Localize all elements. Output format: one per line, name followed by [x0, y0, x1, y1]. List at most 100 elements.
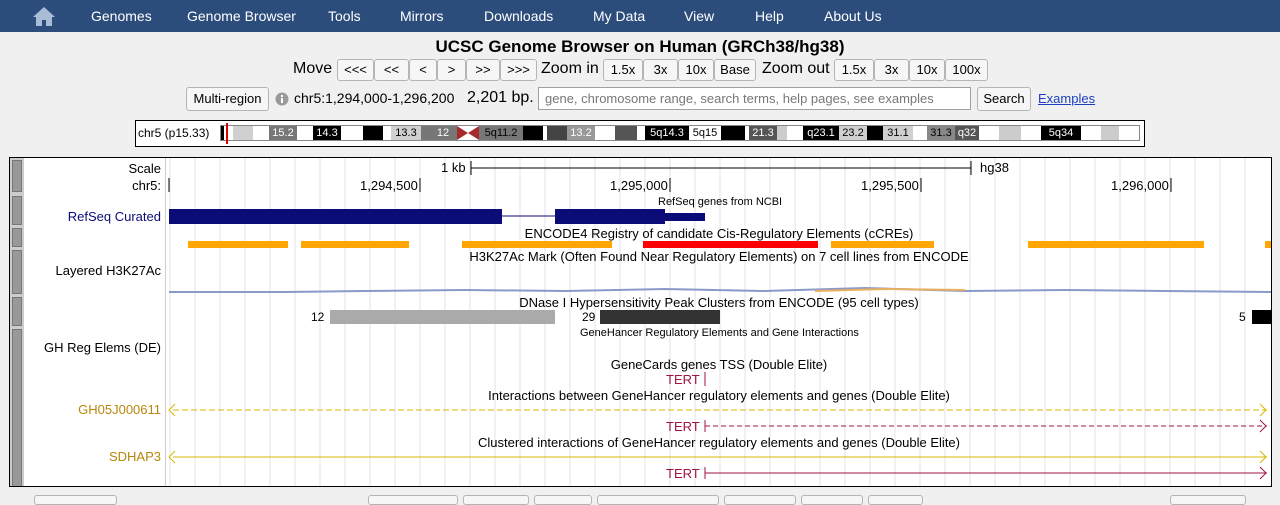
centromere-icon — [457, 126, 479, 140]
ideo-band-label: 5q34 — [1041, 126, 1081, 140]
sidebar-button-ccre[interactable] — [12, 228, 22, 247]
nav-genome-browser[interactable]: Genome Browser — [187, 8, 296, 24]
sidebar-button-h3k27ac[interactable] — [12, 250, 22, 294]
zoom-in-3x-button[interactable]: 3x — [643, 59, 678, 81]
tss-title: GeneCards genes TSS (Double Elite) — [610, 357, 828, 372]
page-title: UCSC Genome Browser on Human (GRCh38/hg3… — [435, 37, 845, 56]
examples-link[interactable]: Examples — [1038, 91, 1095, 106]
ideo-band-label: 5q11.2 — [479, 126, 523, 140]
clustered-track-label[interactable]: SDHAP3 — [109, 449, 161, 464]
nav-downloads[interactable]: Downloads — [484, 8, 553, 24]
genehancer-track-label[interactable]: GH Reg Elems (DE) — [44, 340, 161, 355]
ruler-tick-label: 1,295,000 — [610, 178, 668, 193]
bottom-button[interactable] — [463, 495, 529, 505]
search-button[interactable]: Search — [977, 87, 1031, 111]
sidebar-button-refseq[interactable] — [12, 196, 22, 225]
ideo-seg — [595, 126, 615, 140]
nav-genomes[interactable]: Genomes — [91, 8, 152, 24]
assembly-label: hg38 — [980, 160, 1009, 175]
nav-my-data[interactable]: My Data — [593, 8, 645, 24]
sidebar-button-genehancer[interactable] — [12, 329, 22, 486]
ideogram-bands: 15.2 14.3 13.3 12 5q11.2 13.2 5q14.3 5q1… — [220, 125, 1140, 141]
bottom-button[interactable] — [868, 495, 923, 505]
dnase-cluster-5 — [1252, 310, 1271, 324]
search-input[interactable] — [538, 87, 971, 110]
zoom-in-10x-button[interactable]: 10x — [678, 59, 714, 81]
zoom-in-base-button[interactable]: Base — [714, 59, 756, 81]
chromosome-ideogram[interactable]: chr5 (p15.33) 15.2 14.3 13.3 12 5q11.2 1… — [135, 120, 1145, 147]
scale-bar — [470, 161, 972, 175]
bottom-button[interactable] — [34, 495, 117, 505]
ideo-seg — [253, 126, 269, 140]
chr-label: chr5: — [132, 178, 161, 193]
move-left-far-button[interactable]: <<< — [337, 59, 374, 81]
clustered-title: Clustered interactions of GeneHancer reg… — [478, 435, 960, 450]
ccre-element-red — [643, 241, 818, 248]
ideo-band-label: 21.3 — [749, 126, 777, 140]
interactions-gene-label[interactable]: TERT — [666, 419, 700, 434]
info-icon[interactable] — [275, 92, 289, 106]
sidebar-button-dnase[interactable] — [12, 297, 22, 326]
nav-help[interactable]: Help — [755, 8, 784, 24]
zoom-in-1-5x-button[interactable]: 1.5x — [603, 59, 643, 81]
multi-region-button[interactable]: Multi-region — [186, 87, 269, 111]
genehancer-title: GeneHancer Regulatory Elements and Gene … — [580, 327, 859, 339]
zoom-out-3x-button[interactable]: 3x — [874, 59, 909, 81]
ideo-band-label: 13.3 — [391, 126, 421, 140]
ideo-band-label: 5q14.3 — [645, 126, 689, 140]
ccre-element — [831, 241, 934, 248]
bottom-controls — [0, 493, 1280, 505]
dnase-score: 29 — [582, 310, 596, 324]
move-right-far-button[interactable]: >>> — [500, 59, 537, 81]
clustered-gene-label[interactable]: TERT — [666, 466, 700, 481]
ideo-seg — [547, 126, 567, 140]
bottom-button[interactable] — [801, 495, 863, 505]
bottom-button[interactable] — [597, 495, 719, 505]
home-icon[interactable] — [32, 5, 56, 27]
bottom-button[interactable] — [534, 495, 592, 505]
sidebar-button-ruler[interactable] — [12, 160, 22, 192]
ideo-band-label: 13.2 — [567, 126, 595, 140]
scale-label: Scale — [128, 161, 161, 176]
zoom-out-1-5x-button[interactable]: 1.5x — [834, 59, 874, 81]
bottom-button[interactable] — [724, 495, 796, 505]
track-data-area[interactable]: 1 kb hg38 1,294,500 1,295,000 1,295,500 … — [165, 158, 1271, 486]
bottom-button[interactable] — [1170, 495, 1246, 505]
ccre-element — [188, 241, 288, 248]
ideo-seg — [721, 126, 745, 140]
bottom-button[interactable] — [368, 495, 458, 505]
ideo-seg — [1119, 126, 1139, 140]
interactions-track-label[interactable]: GH05J000611 — [78, 402, 161, 417]
tss-gene-label[interactable]: TERT — [666, 372, 700, 387]
refseq-track-label[interactable]: RefSeq Curated — [68, 209, 161, 224]
move-left-more-button[interactable]: << — [374, 59, 409, 81]
nav-mirrors[interactable]: Mirrors — [400, 8, 444, 24]
position-display: chr5:1,294,000-1,296,200 — [294, 90, 455, 106]
track-display[interactable]: Scale chr5: RefSeq Curated Layered H3K27… — [9, 157, 1272, 487]
h3k27ac-track-label[interactable]: Layered H3K27Ac — [55, 263, 161, 278]
zoom-out-10x-button[interactable]: 10x — [909, 59, 945, 81]
ideo-seg — [787, 126, 803, 140]
zoom-in-label: Zoom in — [541, 60, 599, 77]
ideo-band-label: 31.3 — [927, 126, 955, 140]
move-right-more-button[interactable]: >> — [466, 59, 500, 81]
zoom-out-100x-button[interactable]: 100x — [945, 59, 988, 81]
move-right-button[interactable]: > — [437, 59, 466, 81]
move-left-button[interactable]: < — [409, 59, 437, 81]
interactions-title: Interactions between GeneHancer regulato… — [488, 388, 950, 403]
ideo-band-label: q23.1 — [803, 126, 839, 140]
nav-view[interactable]: View — [684, 8, 714, 24]
ideo-seg — [1101, 126, 1119, 140]
ideo-seg — [363, 126, 383, 140]
refseq-title: RefSeq genes from NCBI — [658, 196, 783, 208]
refseq-exon-1 — [169, 209, 502, 224]
ruler-tick-label: 1,296,000 — [1111, 178, 1169, 193]
ideo-band-label: q32 — [955, 126, 979, 140]
nav-tools[interactable]: Tools — [328, 8, 361, 24]
ideo-seg — [913, 126, 927, 140]
ruler-ticks — [168, 178, 1172, 192]
dnase-score: 12 — [311, 310, 325, 324]
region-size: 2,201 bp. — [467, 89, 534, 106]
ccre-element — [462, 241, 612, 248]
nav-about-us[interactable]: About Us — [824, 8, 882, 24]
